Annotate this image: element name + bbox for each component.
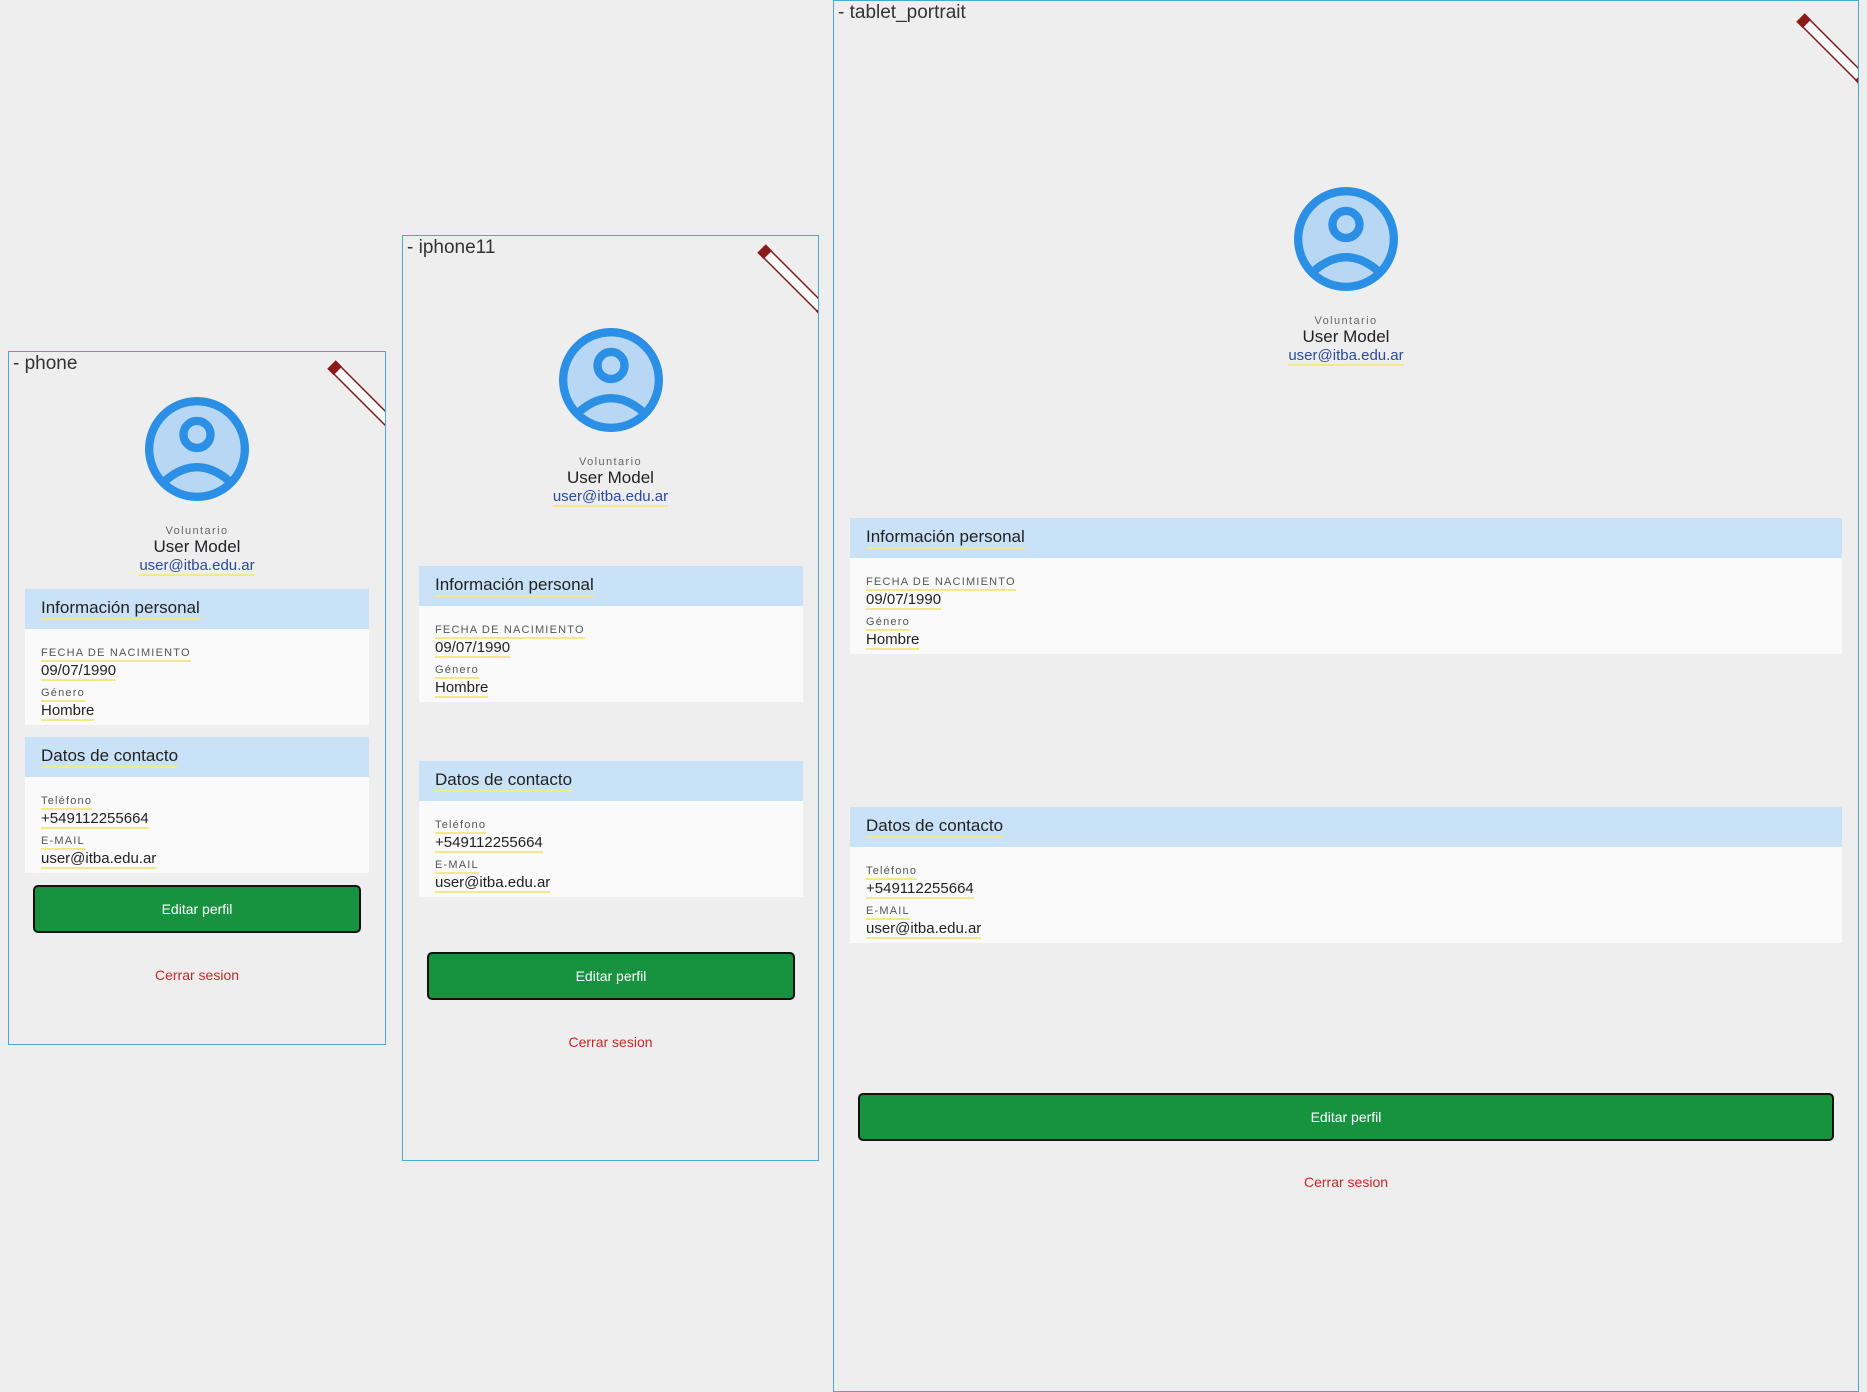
section-title: Información personal	[435, 575, 594, 597]
section-title: Datos de contacto	[435, 770, 573, 792]
gender-label: Género	[866, 616, 910, 631]
account-circle-icon	[1294, 187, 1398, 291]
phone-value: +549112255664	[435, 834, 543, 853]
account-circle-icon	[558, 328, 663, 432]
email-label: E-MAIL	[435, 859, 479, 874]
profile-role: Voluntario	[165, 525, 229, 537]
personal-info-section: Información personal FECHA DE NACIMIENTO…	[850, 518, 1842, 654]
profile-role: Voluntario	[579, 456, 642, 468]
birth-label: FECHA DE NACIMIENTO	[41, 647, 191, 662]
profile-email[interactable]: user@itba.edu.ar	[552, 488, 669, 507]
profile-name: User Model	[1302, 327, 1390, 346]
contact-section: Datos de contacto Teléfono +549112255664…	[419, 761, 803, 897]
phone-label: Teléfono	[41, 795, 93, 810]
profile-email[interactable]: user@itba.edu.ar	[1288, 347, 1404, 366]
profile-email[interactable]: user@itba.edu.ar	[139, 557, 255, 576]
edit-profile-button[interactable]: Editar perfil	[33, 885, 361, 933]
device-label: - iphone11	[407, 237, 496, 258]
email-value: user@itba.edu.ar	[866, 920, 982, 939]
birth-label: FECHA DE NACIMIENTO	[435, 624, 585, 639]
logout-link[interactable]: Cerrar sesion	[9, 967, 385, 983]
section-title: Información personal	[41, 598, 200, 620]
birth-value: 09/07/1990	[435, 639, 511, 658]
logout-link[interactable]: Cerrar sesion	[834, 1174, 1858, 1190]
debug-banner-icon	[757, 244, 818, 318]
device-label: - tablet_portrait	[838, 2, 966, 23]
birth-value: 09/07/1990	[41, 662, 117, 681]
email-value: user@itba.edu.ar	[41, 850, 157, 869]
section-title: Datos de contacto	[41, 746, 179, 768]
birth-label: FECHA DE NACIMIENTO	[866, 576, 1016, 591]
section-title: Información personal	[866, 527, 1025, 549]
account-circle-icon	[145, 397, 249, 501]
gender-label: Género	[435, 664, 479, 679]
profile-name: User Model	[153, 537, 241, 556]
profile-name: User Model	[567, 468, 654, 487]
profile-role: Voluntario	[1314, 315, 1378, 327]
phone-label: Teléfono	[866, 865, 918, 880]
logout-link[interactable]: Cerrar sesion	[403, 1034, 818, 1050]
debug-banner-icon	[1796, 13, 1858, 87]
birth-value: 09/07/1990	[866, 591, 942, 610]
gender-value: Hombre	[41, 702, 95, 721]
edit-profile-button[interactable]: Editar perfil	[858, 1093, 1834, 1141]
personal-info-section: Información personal FECHA DE NACIMIENTO…	[25, 589, 369, 725]
device-frame-tablet-portrait: - tablet_portrait Voluntario User Model …	[833, 0, 1859, 1392]
gender-label: Género	[41, 687, 85, 702]
device-frame-iphone11: - iphone11 Voluntario User Model user@it…	[402, 235, 819, 1161]
email-label: E-MAIL	[41, 835, 85, 850]
phone-value: +549112255664	[866, 880, 974, 899]
personal-info-section: Información personal FECHA DE NACIMIENTO…	[419, 566, 803, 702]
phone-label: Teléfono	[435, 819, 487, 834]
phone-value: +549112255664	[41, 810, 149, 829]
device-frame-phone: - phone Voluntario User Model user@itba.…	[8, 351, 386, 1045]
contact-section: Datos de contacto Teléfono +549112255664…	[850, 807, 1842, 943]
contact-section: Datos de contacto Teléfono +549112255664…	[25, 737, 369, 873]
edit-profile-button[interactable]: Editar perfil	[427, 952, 795, 1000]
gender-value: Hombre	[866, 631, 920, 650]
email-label: E-MAIL	[866, 905, 910, 920]
email-value: user@itba.edu.ar	[435, 874, 551, 893]
section-title: Datos de contacto	[866, 816, 1004, 838]
gender-value: Hombre	[435, 679, 489, 698]
device-label: - phone	[13, 353, 78, 374]
